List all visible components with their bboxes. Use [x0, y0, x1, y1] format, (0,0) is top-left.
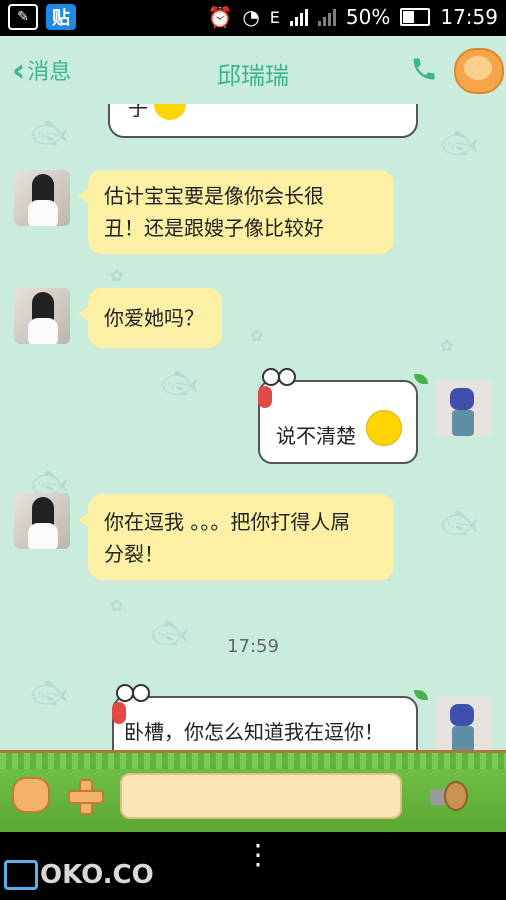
paw-decoration-icon: ✿: [440, 336, 454, 355]
message-bubble-received[interactable]: 你爱她吗？: [78, 288, 222, 348]
watermark-text: OKO.CO: [40, 860, 154, 890]
fish-decoration-icon: 🐟︎: [440, 506, 479, 541]
message-bubble-received[interactable]: 估计宝宝要是像你会长很 丑！还是跟嫂子像比较好: [78, 170, 394, 254]
fish-decoration-icon: 🐟︎: [30, 116, 69, 151]
paw-decoration-icon: ✿: [250, 326, 264, 345]
battery-percent: 50%: [345, 5, 391, 29]
sprout-icon: [414, 374, 428, 384]
data-icon: E: [269, 7, 280, 27]
message-bubble-sent[interactable]: 卧槽，你怎么知道我在逗你！: [112, 684, 428, 750]
grass-decoration: [0, 753, 506, 769]
fish-decoration-icon: 🐟︎: [160, 366, 199, 401]
system-nav-bar: OKO.CO ⋮: [0, 832, 506, 900]
paw-decoration-icon: ✿: [110, 266, 124, 285]
message-text-line: 分裂！: [104, 542, 164, 566]
confused-emoji-icon: [366, 410, 402, 446]
bubble-mascot-eyes: [262, 368, 296, 390]
overflow-menu-icon[interactable]: ⋮: [244, 841, 272, 869]
plus-button[interactable]: [68, 779, 104, 815]
contact-avatar[interactable]: [14, 170, 70, 226]
message-text-line: 你在逗我 。。。把你打得人屌: [104, 510, 351, 534]
evernote-notification-icon: ✎: [8, 4, 38, 30]
alarm-icon: ⏰: [207, 5, 233, 29]
voice-horn-button[interactable]: [430, 781, 470, 813]
my-avatar[interactable]: [436, 380, 492, 436]
watermark: OKO.CO: [4, 860, 154, 890]
message-bubble-sent[interactable]: 说不清楚: [258, 368, 428, 464]
status-bar: ✎ 贴 ⏰ ◔ E 50% 17:59: [0, 0, 506, 36]
chat-header: ‹ 消息 邱瑞瑞: [0, 36, 506, 104]
signal-2-icon: [317, 8, 336, 26]
input-bar: [0, 750, 506, 835]
phone-icon[interactable]: [410, 54, 438, 84]
chat-area[interactable]: 🐟︎ 🐟︎ 🐟︎ 🐟︎ 🐟︎ 🐟︎ 🐟︎ 🐟︎ ✿ ✿ ✿ ✿ ✿ ‹ 消息 邱…: [0, 36, 506, 750]
message-text-line: 丑！还是跟嫂子像比较好: [104, 216, 324, 240]
contact-avatar[interactable]: [14, 493, 70, 549]
message-timestamp: 17:59: [227, 636, 279, 657]
emoji-cat-button[interactable]: [12, 777, 50, 813]
profile-cat-icon[interactable]: [454, 48, 504, 94]
message-text-line: 估计宝宝要是像你会长很: [104, 184, 324, 208]
battery-icon: [400, 8, 431, 26]
contact-avatar[interactable]: [14, 288, 70, 344]
bubble-mascot-eyes: [116, 684, 150, 706]
message-text: 卧槽，你怎么知道我在逗你！: [124, 720, 384, 744]
tieba-notification-icon: 贴: [46, 4, 76, 30]
fish-decoration-icon: 🐟︎: [440, 126, 479, 161]
sprout-icon: [414, 690, 428, 700]
message-text: 你爱她吗？: [104, 306, 204, 330]
paw-decoration-icon: ✿: [110, 596, 124, 615]
message-text: 说不清楚: [276, 424, 356, 448]
fish-decoration-icon: 🐟︎: [30, 676, 69, 711]
message-input[interactable]: [120, 773, 402, 819]
clock: 17:59: [440, 5, 498, 29]
signal-icon: [289, 8, 308, 26]
wifi-icon: ◔: [242, 5, 260, 29]
my-avatar[interactable]: [436, 696, 492, 750]
watermark-logo-icon: [4, 860, 38, 890]
message-bubble-received[interactable]: 你在逗我 。。。把你打得人屌 分裂！: [78, 494, 394, 580]
